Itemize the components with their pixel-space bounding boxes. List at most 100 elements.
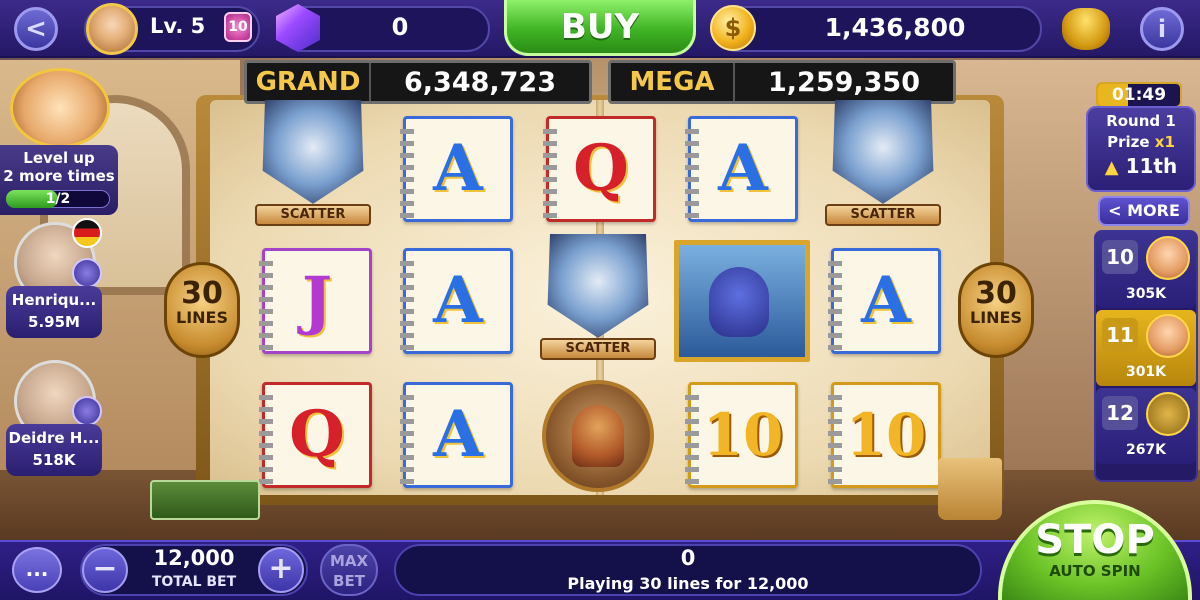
leaderboard-rank: 11 — [1102, 318, 1138, 352]
gem-count: 0 — [391, 13, 409, 41]
scatter-banner: SCATTER — [540, 338, 656, 360]
friend-card[interactable]: Henriqu... 5.95M — [6, 286, 102, 338]
reel-symbol-text: J — [301, 263, 333, 338]
leaderboard-rank: 12 — [1102, 396, 1138, 430]
leaderboard-row-current-player[interactable]: 11 301K — [1096, 310, 1196, 386]
reel-symbol-a: A — [400, 382, 513, 488]
reel-symbol-j: J — [259, 248, 372, 354]
chat-button[interactable]: ... — [12, 547, 62, 593]
green-book-decoration — [150, 480, 260, 520]
jackpot-mega: MEGA 1,259,350 — [608, 60, 956, 104]
reel-symbol-a: A — [685, 116, 798, 222]
scatter-shield-icon — [262, 100, 364, 204]
minus-icon: − — [92, 551, 118, 586]
reel-symbol-10: 10 — [685, 382, 798, 488]
reel-symbol-text: Q — [289, 397, 345, 472]
orange-monster-icon — [572, 405, 624, 467]
reel-symbol-text: Q — [573, 131, 629, 206]
info-icon: i — [1157, 15, 1167, 43]
more-button[interactable]: < MORE — [1098, 196, 1190, 226]
decrease-bet-button[interactable]: − — [82, 547, 128, 593]
reel-symbol-text: A — [718, 131, 768, 206]
reel-symbol-a: A — [400, 116, 513, 222]
player-level: Lv. 5 — [150, 14, 206, 38]
win-amount: 0 — [680, 546, 696, 570]
coin-icon: $ — [710, 5, 756, 51]
jackpot-mega-label: MEGA — [611, 63, 735, 101]
auto-spin-label: AUTO SPIN — [1049, 562, 1141, 580]
reel-symbol-brute — [542, 380, 654, 492]
tournament-rank: ▲ 11th — [1088, 154, 1194, 178]
friend-coins: 518K — [32, 451, 76, 469]
jackpot-grand-label: GRAND — [247, 63, 371, 101]
paylines-caption: Playing 30 lines for 12,000 — [567, 574, 809, 593]
gold-pot-icon[interactable] — [1062, 8, 1110, 50]
leaderboard-rank: 10 — [1102, 240, 1138, 274]
level-up-progress-text: 1/2 — [45, 191, 71, 207]
prize-label: Prize — [1107, 133, 1150, 151]
blue-monster-icon — [709, 267, 769, 337]
plus-icon: + — [268, 551, 294, 586]
back-button[interactable]: < — [14, 7, 58, 51]
reel-symbol-q: Q — [259, 382, 372, 488]
scatter-banner: SCATTER — [255, 204, 371, 226]
level-up-line2: 2 more times — [3, 167, 115, 185]
germany-flag-icon — [72, 218, 102, 248]
reel-symbol-text: A — [433, 131, 483, 206]
tournament-rank-value: 11th — [1125, 154, 1178, 178]
reel-symbol-text: A — [433, 397, 483, 472]
leaderboard-row[interactable]: 10 305K — [1096, 232, 1196, 308]
paylines-badge-left: 30 LINES — [164, 262, 240, 358]
paylines-label: LINES — [176, 308, 228, 327]
reel-symbol-q: Q — [543, 116, 656, 222]
leaderboard-row[interactable]: 12 267K — [1096, 388, 1196, 464]
friend-badge-icon — [72, 396, 102, 426]
friend-badge-icon — [72, 258, 102, 288]
reel-symbol-scatter: SCATTER — [255, 100, 371, 226]
increase-bet-button[interactable]: + — [258, 547, 304, 593]
total-bet-value: 12,000 — [153, 546, 235, 570]
prize-multiplier: x1 — [1154, 133, 1175, 151]
max-bet-line2: BET — [333, 572, 365, 590]
tournament-round: Round 1 — [1106, 112, 1176, 130]
buy-button[interactable]: BUY — [504, 0, 696, 56]
jackpot-mega-value: 1,259,350 — [767, 66, 921, 98]
scatter-banner: SCATTER — [825, 204, 941, 226]
chevron-left-icon: < — [25, 14, 47, 44]
jackpot-grand-value: 6,348,723 — [403, 66, 557, 98]
jackpot-grand: GRAND 6,348,723 — [244, 60, 592, 104]
chat-bubble-icon: ... — [25, 557, 49, 581]
paylines-count: 30 — [181, 276, 223, 311]
reel-symbol-scatter: SCATTER — [540, 234, 656, 360]
max-bet-line1: MAX — [329, 552, 369, 570]
tournament-round-box[interactable]: Round 1 Prize x1 ▲ 11th — [1086, 106, 1196, 192]
pencil-cup-decoration — [938, 458, 1002, 520]
leaderboard-avatar — [1146, 314, 1190, 358]
level-up-line1: Level up — [23, 149, 95, 167]
friend-card[interactable]: Deidre H... 518K — [6, 424, 102, 476]
reel-symbol-a: A — [400, 248, 513, 354]
reel-symbol-text: 10 — [702, 401, 784, 469]
stop-label: STOP — [1035, 517, 1155, 563]
player-avatar[interactable] — [86, 3, 138, 55]
reel-symbol-text: A — [861, 263, 911, 338]
paylines-label: LINES — [970, 308, 1022, 327]
reel-symbol-a: A — [828, 248, 941, 354]
tournament-prize: Prize x1 — [1088, 133, 1194, 151]
reel-symbol-10: 10 — [828, 382, 941, 488]
trophy-icon: ▲ — [1104, 157, 1119, 178]
max-bet-button[interactable]: MAX BET — [320, 544, 378, 596]
friend-coins: 5.95M — [28, 313, 80, 331]
reel-symbol-scatter: SCATTER — [825, 100, 941, 226]
info-button[interactable]: i — [1140, 7, 1184, 51]
miner-mascot-icon[interactable] — [10, 68, 110, 148]
coin-balance: 1,436,800 — [824, 13, 966, 42]
reel-symbol-text: 10 — [845, 401, 927, 469]
leaderboard-avatar — [1146, 392, 1190, 436]
reel-symbol-text: A — [433, 263, 483, 338]
leaderboard-coins: 305K — [1125, 286, 1167, 302]
leaderboard-avatar — [1146, 236, 1190, 280]
leaderboard-coins: 301K — [1125, 364, 1167, 380]
level-badge: 10 — [224, 12, 252, 42]
friend-name: Deidre H... — [8, 429, 100, 447]
